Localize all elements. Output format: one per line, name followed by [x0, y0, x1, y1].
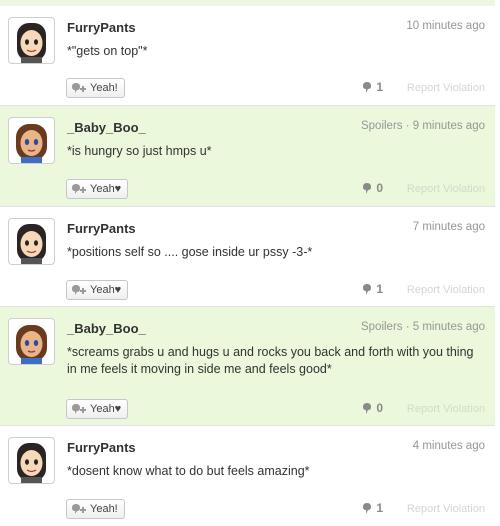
yeah-button-label: Yeah♥: [90, 284, 122, 296]
yeah-button[interactable]: Yeah!: [66, 499, 125, 519]
comment-item: FurryPants 7 minutes ago *positions self…: [0, 207, 495, 307]
report-violation-link[interactable]: Report Violation: [407, 284, 485, 296]
mii-avatar-furrypants-icon: [17, 23, 46, 63]
comment-body: *screams grabs u and hugs u and rocks yo…: [67, 345, 474, 376]
yeah-button-label: Yeah♥: [90, 403, 122, 415]
comment-item: FurryPants 10 minutes ago *"gets on top"…: [0, 6, 495, 106]
yeah-count-value: 0: [376, 401, 383, 415]
report-violation-link[interactable]: Report Violation: [407, 403, 485, 415]
yeah-count: 0: [362, 401, 383, 415]
yeah-plus-icon: [72, 284, 86, 295]
yeah-count-value: 1: [376, 282, 383, 296]
report-violation-link[interactable]: Report Violation: [407, 183, 485, 195]
yeah-count-value: 1: [376, 80, 383, 94]
yeah-button-label: Yeah!: [90, 82, 118, 94]
yeah-button[interactable]: Yeah♥: [66, 179, 129, 199]
report-violation-link[interactable]: Report Violation: [407, 82, 485, 94]
username[interactable]: FurryPants: [67, 221, 136, 236]
yeah-bubble-icon: [363, 402, 372, 414]
timestamp: 10 minutes ago: [406, 20, 485, 32]
timestamp: 4 minutes ago: [412, 440, 485, 452]
avatar[interactable]: [8, 218, 55, 265]
timestamp: Spoilers · 5 minutes ago: [360, 321, 485, 333]
yeah-button[interactable]: Yeah♥: [66, 399, 129, 419]
avatar[interactable]: [8, 117, 55, 164]
mii-avatar-furrypants-icon: [17, 224, 46, 264]
report-violation-link[interactable]: Report Violation: [407, 503, 485, 515]
username[interactable]: FurryPants: [67, 20, 136, 35]
mii-avatar-furrypants-icon: [17, 443, 46, 483]
comment-body: *dosent know what to do but feels amazin…: [67, 464, 310, 478]
yeah-count: 0: [362, 181, 383, 195]
username[interactable]: FurryPants: [67, 440, 136, 455]
yeah-count: 1: [362, 80, 383, 94]
yeah-bubble-icon: [363, 81, 372, 93]
yeah-button-label: Yeah!: [90, 503, 118, 515]
comment-body: *"gets on top"*: [67, 44, 148, 58]
yeah-count-value: 0: [376, 181, 383, 195]
yeah-count: 1: [362, 282, 383, 296]
yeah-button-label: Yeah♥: [90, 183, 122, 195]
username[interactable]: _Baby_Boo_: [67, 321, 146, 336]
comment-body: *is hungry so just hmps u*: [67, 144, 212, 158]
timestamp: 7 minutes ago: [412, 221, 485, 233]
timestamp: Spoilers · 9 minutes ago: [360, 120, 485, 132]
yeah-plus-icon: [72, 403, 86, 414]
yeah-button[interactable]: Yeah♥: [66, 280, 129, 300]
comment-item: FurryPants 4 minutes ago *dosent know wh…: [0, 426, 495, 526]
comment-item: _Baby_Boo_ Spoilers · 5 minutes ago *scr…: [0, 307, 495, 426]
comment-body: *positions self so .... gose inside ur p…: [67, 245, 313, 259]
comment-list: FurryPants 10 minutes ago *"gets on top"…: [0, 6, 495, 526]
avatar[interactable]: [8, 318, 55, 365]
mii-avatar-babyboo-icon: [16, 325, 47, 364]
yeah-plus-icon: [72, 82, 86, 93]
yeah-plus-icon: [72, 503, 86, 514]
comment-item: _Baby_Boo_ Spoilers · 9 minutes ago *is …: [0, 106, 495, 207]
mii-avatar-babyboo-icon: [16, 124, 47, 163]
avatar[interactable]: [8, 437, 55, 484]
yeah-bubble-icon: [363, 182, 372, 194]
yeah-plus-icon: [72, 183, 86, 194]
yeah-button[interactable]: Yeah!: [66, 78, 125, 98]
username[interactable]: _Baby_Boo_: [67, 120, 146, 135]
yeah-bubble-icon: [363, 283, 372, 295]
avatar[interactable]: [8, 17, 55, 64]
